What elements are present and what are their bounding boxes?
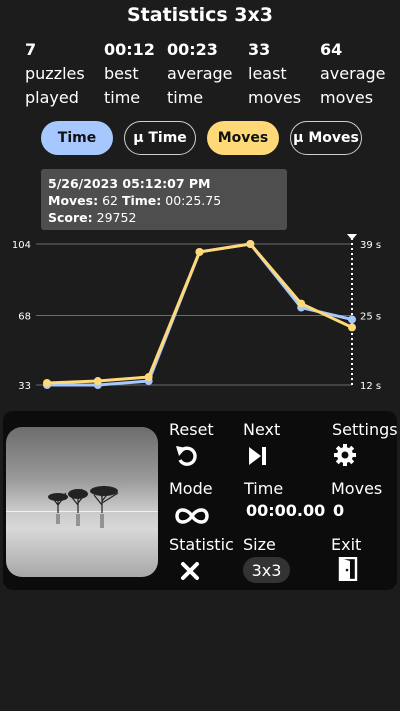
tooltip-score-value: 29752 [96, 210, 137, 225]
data-point-moves [348, 323, 356, 332]
page-title: Statistics 3x3 [127, 4, 273, 26]
settings-label: Settings [332, 420, 398, 439]
data-point-moves [93, 377, 102, 386]
moves-label: Moves [331, 479, 383, 498]
toggle-mu-time[interactable]: μ Time [124, 121, 196, 155]
y-tick-right: 12 s [360, 381, 381, 392]
stat-label: average [167, 64, 233, 83]
statistic-label: Statistic [169, 535, 234, 554]
stat-value: 7 [25, 40, 37, 59]
stat-average-time: 00:23 average time [167, 38, 233, 110]
tooltip-time-label: Time: [121, 193, 162, 208]
data-point-moves [144, 373, 153, 382]
y-tick-left: 68 [18, 311, 31, 322]
mode-label: Mode [169, 479, 213, 498]
next-label: Next [243, 420, 281, 439]
stat-puzzles-played: 7 puzzles played [25, 38, 85, 110]
stat-label: moves [320, 88, 374, 107]
tooltip-moves-label: Moves: [48, 193, 99, 208]
y-tick-right: 39 s [360, 240, 381, 251]
data-point-moves [43, 379, 51, 388]
stat-label: puzzles [25, 64, 85, 83]
y-tick-left: 33 [18, 381, 31, 392]
stat-label: average [320, 64, 386, 83]
tooltip-score-label: Score: [48, 210, 93, 225]
stat-average-moves: 64 average moves [320, 38, 386, 110]
stat-value: 33 [248, 40, 271, 59]
stat-label: played [25, 88, 79, 107]
size-label: Size [243, 535, 276, 554]
reset-label: Reset [169, 420, 214, 439]
stat-label: moves [248, 88, 302, 107]
stat-value: 00:12 [104, 40, 155, 59]
close-icon[interactable] [180, 561, 200, 585]
stat-label: best [104, 64, 139, 83]
chart-tooltip: 5/26/2023 05:12:07 PM Moves: 62 Time: 00… [41, 169, 287, 230]
time-label: Time [244, 479, 284, 498]
toggle-mu-moves[interactable]: μ Moves [290, 121, 362, 155]
stat-label: least [248, 64, 287, 83]
time-value: 00:00.00 [246, 501, 326, 520]
stat-value: 00:23 [167, 40, 218, 59]
skip-next-icon[interactable] [247, 445, 269, 471]
stat-best-time: 00:12 best time [104, 38, 155, 110]
stat-value: 64 [320, 40, 343, 59]
toggle-moves[interactable]: Moves [207, 121, 279, 155]
series-line-time [47, 242, 353, 387]
exit-door-icon[interactable] [338, 556, 358, 585]
data-point-moves [195, 247, 204, 256]
exit-label: Exit [331, 535, 362, 554]
stat-label: time [167, 88, 204, 107]
series-line-moves [46, 242, 353, 385]
tooltip-time-value: 00:25.75 [165, 193, 222, 208]
size-selector[interactable]: 3x3 [243, 557, 290, 583]
tooltip-datetime: 5/26/2023 05:12:07 PM [48, 176, 211, 191]
puzzle-image-thumbnail[interactable] [6, 427, 158, 577]
toggle-time[interactable]: Time [41, 121, 113, 155]
moves-value: 0 [333, 501, 345, 520]
gear-icon[interactable] [333, 443, 357, 471]
data-point-moves [246, 240, 255, 248]
infinity-icon[interactable] [173, 506, 211, 530]
statistics-chart[interactable]: 104 39 s 68 25 s 33 12 s [0, 230, 400, 400]
y-tick-right: 25 s [360, 311, 381, 322]
tooltip-moves-value: 62 [102, 193, 118, 208]
cursor-marker [347, 234, 357, 240]
stat-label: time [104, 88, 141, 107]
undo-icon[interactable] [174, 444, 200, 472]
y-tick-left: 104 [12, 240, 31, 251]
data-point-moves [297, 299, 306, 308]
data-point-time [348, 315, 356, 324]
stat-least-moves: 33 least moves [248, 38, 301, 110]
